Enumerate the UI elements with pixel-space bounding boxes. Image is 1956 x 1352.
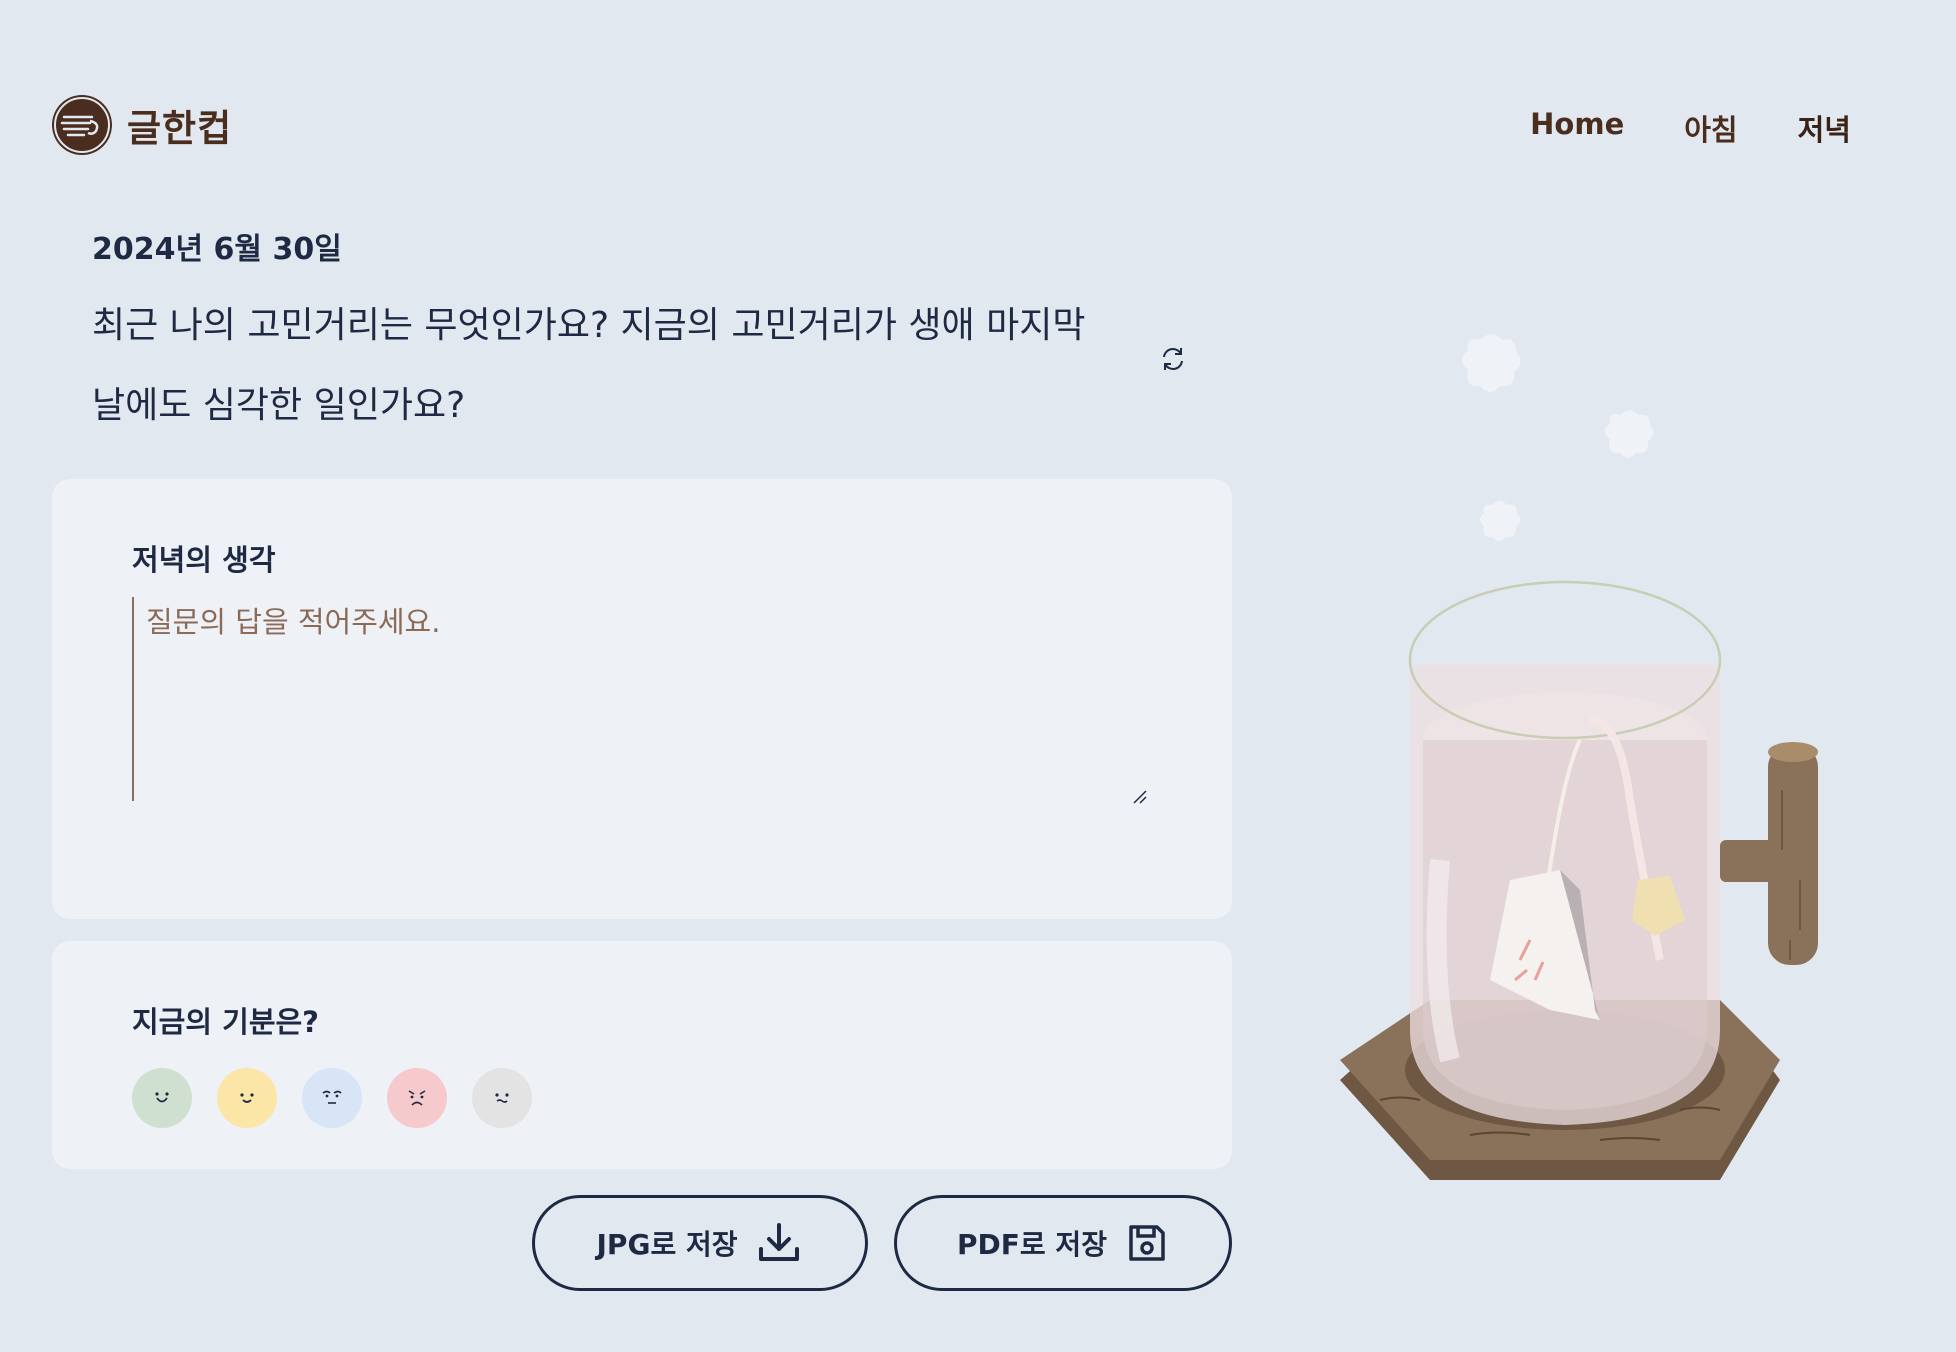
- mood-neutral[interactable]: [472, 1068, 532, 1128]
- download-icon: [759, 1223, 800, 1261]
- answer-textarea[interactable]: [132, 597, 1163, 801]
- smile-face-icon: [240, 1093, 254, 1103]
- mood-title: 지금의 기분은?: [132, 1005, 319, 1039]
- neutral-face-icon: [495, 1093, 509, 1103]
- nav-evening[interactable]: 저녁: [1798, 107, 1851, 149]
- angry-face-icon: [408, 1090, 426, 1106]
- happy-face-icon: [155, 1092, 169, 1103]
- answer-title: 저녁의 생각: [132, 543, 276, 577]
- save-jpg-label: JPG로 저장: [596, 1228, 738, 1261]
- mood-options: [132, 1068, 532, 1128]
- question-line-2: 날에도 심각한 일인가요?: [92, 385, 466, 426]
- question-date: 2024년 6월 30일: [92, 232, 342, 267]
- answer-card: 저녁의 생각: [52, 479, 1232, 919]
- nav-morning[interactable]: 아침: [1684, 107, 1737, 149]
- logo-cup-icon: [52, 95, 112, 155]
- mood-smile[interactable]: [217, 1068, 277, 1128]
- nav-home[interactable]: Home: [1530, 107, 1624, 149]
- floppy-disk-icon: [1129, 1225, 1165, 1261]
- steam-icon: [1462, 334, 1654, 541]
- main-nav: Home 아침 저녁: [1530, 107, 1851, 149]
- save-pdf-button[interactable]: PDF로 저장: [894, 1195, 1232, 1291]
- refresh-icon[interactable]: [1158, 344, 1188, 374]
- question-text: 최근 나의 고민거리는 무엇인가요? 지금의 고민거리가 생애 마지막 날에도 …: [92, 286, 1152, 446]
- save-jpg-button[interactable]: JPG로 저장: [532, 1195, 868, 1291]
- mood-sad[interactable]: [302, 1068, 362, 1128]
- wooden-handle: [1720, 742, 1818, 965]
- mood-card: 지금의 기분은?: [52, 941, 1232, 1169]
- question-line-1: 최근 나의 고민거리는 무엇인가요? 지금의 고민거리가 생애 마지막: [92, 305, 1086, 346]
- sad-face-icon: [322, 1090, 342, 1104]
- save-pdf-label: PDF로 저장: [957, 1228, 1107, 1261]
- logo-text: 글한컵: [127, 107, 233, 150]
- resize-grip-icon[interactable]: [1132, 789, 1148, 805]
- logo[interactable]: 글한컵: [52, 95, 232, 155]
- mood-angry[interactable]: [387, 1068, 447, 1128]
- tea-cup-illustration: [1340, 334, 1818, 1180]
- mood-happy[interactable]: [132, 1068, 192, 1128]
